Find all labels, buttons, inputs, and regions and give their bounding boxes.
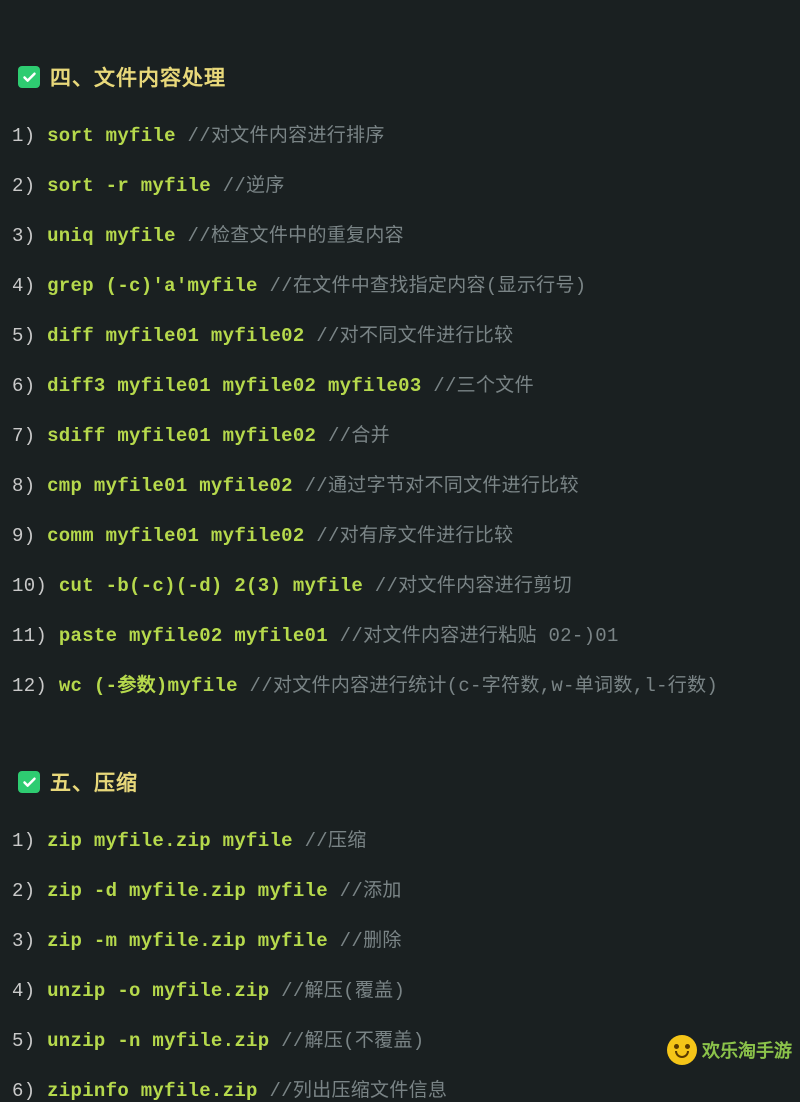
command-line: 6) diff3 myfile01 myfile02 myfile03 //三个… (12, 370, 788, 397)
section-title: 五、压缩 (50, 767, 138, 797)
comment-text: //在文件中查找指定内容(显示行号) (269, 275, 586, 297)
comment-text: //对文件内容进行粘贴 02-)01 (340, 625, 619, 647)
command-line: 6) zipinfo myfile.zip //列出压缩文件信息 (12, 1075, 788, 1102)
line-number: 1) (12, 830, 35, 852)
section-title: 四、文件内容处理 (50, 62, 226, 92)
line-number: 4) (12, 980, 35, 1002)
line-number: 12) (12, 675, 47, 697)
line-number: 3) (12, 930, 35, 952)
line-number: 3) (12, 225, 35, 247)
command-line: 3) zip -m myfile.zip myfile //删除 (12, 925, 788, 952)
command-line: 1) sort myfile //对文件内容进行排序 (12, 120, 788, 147)
command-line: 10) cut -b(-c)(-d) 2(3) myfile //对文件内容进行… (12, 570, 788, 597)
line-number: 11) (12, 625, 47, 647)
command-text: paste myfile02 myfile01 (59, 625, 328, 647)
comment-text: //逆序 (223, 175, 285, 197)
command-line: 9) comm myfile01 myfile02 //对有序文件进行比较 (12, 520, 788, 547)
line-number: 2) (12, 175, 35, 197)
command-text: zip -d myfile.zip myfile (47, 880, 328, 902)
comment-text: //添加 (340, 880, 402, 902)
comment-text: //对文件内容进行排序 (188, 125, 385, 147)
line-number: 10) (12, 575, 47, 597)
line-number: 2) (12, 880, 35, 902)
comment-text: //列出压缩文件信息 (269, 1080, 447, 1102)
command-line: 4) unzip -o myfile.zip //解压(覆盖) (12, 975, 788, 1002)
comment-text: //解压(覆盖) (281, 980, 405, 1002)
command-text: cut -b(-c)(-d) 2(3) myfile (59, 575, 363, 597)
section-header-4: 四、文件内容处理 (12, 62, 788, 92)
command-text: diff3 myfile01 myfile02 myfile03 (47, 375, 421, 397)
command-line: 3) uniq myfile //检查文件中的重复内容 (12, 220, 788, 247)
command-line: 12) wc (-参数)myfile //对文件内容进行统计(c-字符数,w-单… (12, 670, 788, 697)
line-number: 5) (12, 1030, 35, 1052)
command-text: cmp myfile01 myfile02 (47, 475, 293, 497)
command-text: grep (-c)'a'myfile (47, 275, 258, 297)
comment-text: //合并 (328, 425, 390, 447)
line-number: 7) (12, 425, 35, 447)
comment-text: //删除 (340, 930, 402, 952)
line-number: 4) (12, 275, 35, 297)
command-text: zip -m myfile.zip myfile (47, 930, 328, 952)
command-line: 1) zip myfile.zip myfile //压缩 (12, 825, 788, 852)
line-number: 6) (12, 375, 35, 397)
comment-text: //通过字节对不同文件进行比较 (305, 475, 579, 497)
comment-text: //对文件内容进行剪切 (375, 575, 572, 597)
check-icon (18, 771, 40, 793)
comment-text: //对文件内容进行统计(c-字符数,w-单词数,l-行数) (250, 675, 719, 697)
command-text: diff myfile01 myfile02 (47, 325, 304, 347)
command-line: 8) cmp myfile01 myfile02 //通过字节对不同文件进行比较 (12, 470, 788, 497)
smiley-icon (667, 1035, 697, 1065)
command-text: sdiff myfile01 myfile02 (47, 425, 316, 447)
check-icon (18, 66, 40, 88)
comment-text: //解压(不覆盖) (281, 1030, 424, 1052)
command-text: sort myfile (47, 125, 176, 147)
content-area: 四、文件内容处理 1) sort myfile //对文件内容进行排序 2) s… (0, 0, 800, 1102)
watermark: 欢乐淘手游 (667, 1035, 792, 1065)
command-text: unzip -o myfile.zip (47, 980, 281, 1002)
command-text: wc (-参数)myfile (59, 675, 238, 697)
command-text: sort -r myfile (47, 175, 211, 197)
comment-text: //检查文件中的重复内容 (188, 225, 404, 247)
comment-text: //压缩 (305, 830, 367, 852)
command-text: comm myfile01 myfile02 (47, 525, 304, 547)
command-line: 5) diff myfile01 myfile02 //对不同文件进行比较 (12, 320, 788, 347)
command-line: 7) sdiff myfile01 myfile02 //合并 (12, 420, 788, 447)
command-line: 4) grep (-c)'a'myfile //在文件中查找指定内容(显示行号) (12, 270, 788, 297)
line-number: 1) (12, 125, 35, 147)
line-number: 5) (12, 325, 35, 347)
command-text: uniq myfile (47, 225, 176, 247)
command-text: unzip -n myfile.zip (47, 1030, 269, 1052)
command-line: 2) sort -r myfile //逆序 (12, 170, 788, 197)
command-text: zipinfo myfile.zip (47, 1080, 258, 1102)
command-text: zip myfile.zip myfile (47, 830, 293, 852)
comment-text: //三个文件 (433, 375, 534, 397)
watermark-text: 欢乐淘手游 (702, 1037, 792, 1063)
command-line: 11) paste myfile02 myfile01 //对文件内容进行粘贴 … (12, 620, 788, 647)
line-number: 9) (12, 525, 35, 547)
comment-text: //对不同文件进行比较 (316, 325, 513, 347)
line-number: 8) (12, 475, 35, 497)
command-line: 2) zip -d myfile.zip myfile //添加 (12, 875, 788, 902)
line-number: 6) (12, 1080, 35, 1102)
comment-text: //对有序文件进行比较 (316, 525, 513, 547)
section-header-5: 五、压缩 (12, 767, 788, 797)
